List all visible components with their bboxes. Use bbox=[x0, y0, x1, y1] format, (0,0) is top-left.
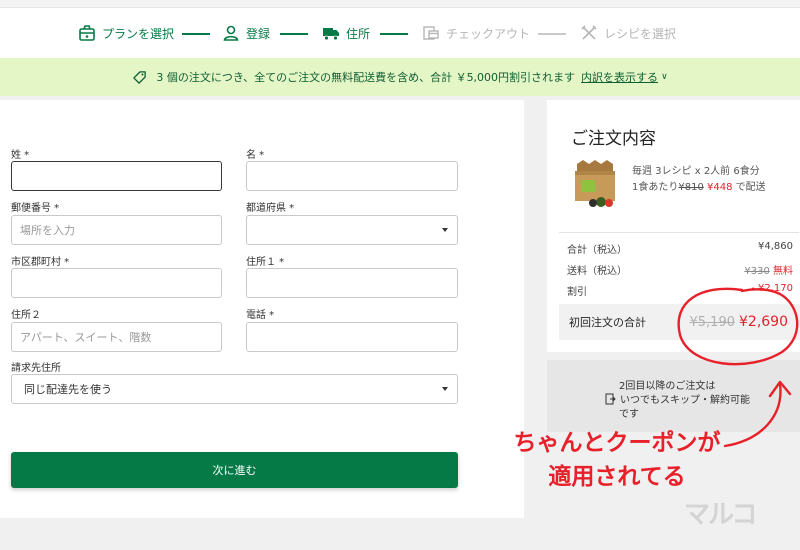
step-address-label: 住所 bbox=[346, 26, 371, 41]
watermark: マルコ bbox=[684, 500, 757, 530]
prefecture-select[interactable] bbox=[246, 215, 458, 245]
progress-stepper: プランを選択 登録 住所 チェックアウト レシピを選択 bbox=[0, 8, 800, 58]
billing-address-select[interactable]: 同じ配達先を使う bbox=[11, 374, 458, 404]
step-connector bbox=[280, 33, 308, 35]
first-name-input[interactable] bbox=[246, 161, 458, 191]
city-label: 市区郡町村 * bbox=[11, 257, 70, 268]
shipping-label: 送料（税込） bbox=[567, 266, 627, 277]
first-order-total-new: ¥2,690 bbox=[739, 314, 788, 330]
address1-label: 住所１ * bbox=[246, 257, 285, 268]
document-icon bbox=[605, 393, 616, 404]
tag-icon bbox=[133, 70, 147, 84]
billing-address-label: 請求先住所 bbox=[11, 363, 61, 374]
annotation-line2: 適用されてる bbox=[548, 464, 686, 490]
step-connector bbox=[538, 33, 566, 35]
per-meal-new-price: ¥448 bbox=[707, 182, 733, 193]
subtotal-row: 合計（税込） ¥4,860 bbox=[567, 241, 793, 256]
first-order-total-row: 初回注文の合計 ¥5,190 ¥2,690 bbox=[559, 304, 800, 340]
first-order-total-label: 初回注文の合計 bbox=[569, 316, 646, 329]
subscription-notice: 2回目以降のご注文は いつでもスキップ・解約可能 です bbox=[547, 360, 800, 432]
notice-line2-row: いつでもスキップ・解約可能 bbox=[605, 391, 750, 406]
truck-icon bbox=[323, 28, 339, 41]
subtotal-value: ¥4,860 bbox=[758, 241, 793, 252]
step-connector bbox=[380, 33, 408, 35]
chevron-down-icon bbox=[442, 387, 448, 391]
annotation-line1: ちゃんとクーポンが bbox=[513, 430, 721, 456]
order-summary: ご注文内容 毎週 3レシピ x 2人前 6食分 1食あたり¥810 ¥448 で… bbox=[547, 100, 800, 352]
prefecture-label: 都道府県 * bbox=[246, 203, 295, 214]
address1-input[interactable] bbox=[246, 268, 458, 298]
discount-row: 割引 - ¥2,170 bbox=[567, 283, 793, 298]
phone-label: 電話 * bbox=[246, 310, 275, 321]
chevron-down-icon bbox=[442, 228, 448, 232]
step-register-label: 登録 bbox=[246, 26, 271, 41]
step-checkout-label: チェックアウト bbox=[446, 26, 531, 41]
step-recipes: レシピを選択 bbox=[580, 22, 676, 44]
phone-input[interactable] bbox=[246, 322, 458, 352]
chevron-down-icon[interactable]: ∨ bbox=[661, 72, 668, 82]
user-icon bbox=[223, 25, 239, 41]
last-name-label: 姓 * bbox=[11, 150, 30, 161]
first-order-total-old: ¥5,190 bbox=[689, 315, 736, 330]
postal-code-placeholder: 場所を入力 bbox=[20, 224, 75, 237]
notice-line3: です bbox=[619, 409, 639, 420]
notice-line1: 2回目以降のご注文は bbox=[619, 381, 716, 392]
plan-description: 毎週 3レシピ x 2人前 6食分 bbox=[632, 166, 760, 177]
postal-code-input[interactable]: 場所を入力 bbox=[11, 215, 222, 245]
subtotal-label: 合計（税込） bbox=[567, 245, 627, 256]
city-input[interactable] bbox=[11, 268, 222, 298]
breakdown-link[interactable]: 内訳を表示する bbox=[581, 69, 658, 85]
per-meal-label: 1食あたり bbox=[632, 182, 679, 193]
plan-price-line: 1食あたり¥810 ¥448 で配送 bbox=[632, 178, 766, 193]
summary-title: ご注文内容 bbox=[571, 129, 656, 149]
banner-text: 3 個の注文につき、全てのご注文の無料配送費を含め、合計 ￥5,000円割引され… bbox=[156, 71, 576, 84]
plan-box-icon bbox=[79, 25, 95, 41]
discount-label: 割引 bbox=[567, 287, 587, 298]
address2-label: 住所２ bbox=[11, 310, 41, 321]
step-connector bbox=[182, 33, 210, 35]
first-name-label: 名 * bbox=[246, 150, 265, 161]
step-register[interactable]: 登録 bbox=[222, 22, 270, 44]
discount-value: - ¥2,170 bbox=[751, 283, 793, 294]
utensils-icon bbox=[581, 25, 597, 40]
top-strip bbox=[0, 0, 800, 8]
step-plan-label: プランを選択 bbox=[102, 26, 175, 41]
address2-placeholder: アパート、スイート、階数 bbox=[20, 331, 152, 344]
billing-address-value: 同じ配達先を使う bbox=[24, 383, 112, 396]
postal-code-label: 郵便番号 * bbox=[11, 203, 60, 214]
shipping-free-value: 無料 bbox=[773, 266, 793, 277]
step-recipes-label: レシピを選択 bbox=[604, 26, 677, 41]
discount-banner: 3 個の注文につき、全てのご注文の無料配送費を含め、合計 ￥5,000円割引され… bbox=[0, 58, 800, 96]
shipping-row: 送料（税込） ¥330 無料 bbox=[567, 262, 793, 277]
address2-input[interactable]: アパート、スイート、階数 bbox=[11, 322, 222, 352]
annotation-text: ちゃんとクーポンが 適用されてる bbox=[492, 426, 742, 494]
last-name-input[interactable] bbox=[11, 161, 222, 191]
step-address[interactable]: 住所 bbox=[322, 22, 370, 44]
summary-divider bbox=[559, 232, 799, 233]
checkout-card-icon bbox=[423, 26, 439, 40]
per-meal-old-price: ¥810 bbox=[678, 182, 704, 193]
notice-line2: いつでもスキップ・解約可能 bbox=[620, 395, 750, 406]
shipping-old-value: ¥330 bbox=[744, 266, 770, 277]
step-plan[interactable]: プランを選択 bbox=[78, 22, 174, 44]
per-meal-suffix: で配送 bbox=[735, 182, 766, 193]
meal-kit-box-image bbox=[575, 160, 615, 207]
next-button[interactable]: 次に進む bbox=[11, 452, 458, 488]
step-checkout: チェックアウト bbox=[422, 22, 530, 44]
